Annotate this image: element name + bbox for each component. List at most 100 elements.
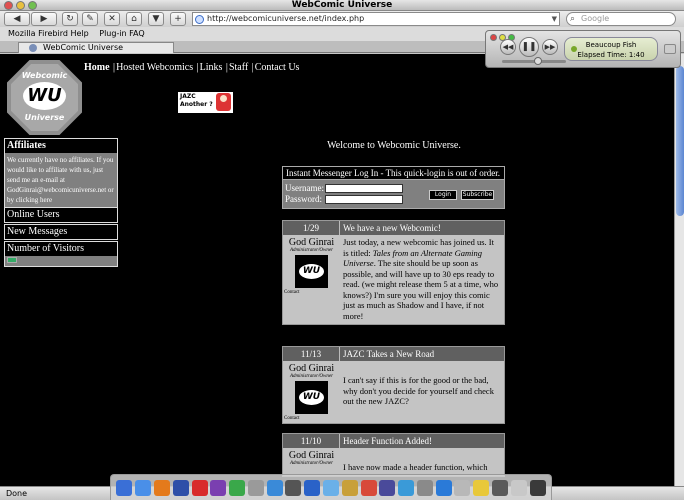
home-button[interactable]: ⌂ [126,12,142,26]
next-track-button[interactable]: ▶▶ [542,39,558,55]
url-field[interactable]: http://webcomicuniverse.net/index.php ▼ [192,12,560,26]
nav-separator: | [113,62,116,73]
poster-role: Administrator/Owner [289,374,334,379]
dock-app-icon[interactable] [473,479,490,496]
pause-button[interactable]: ❚❚ [519,37,539,57]
add-bookmark-button[interactable]: + [170,12,186,26]
forward-icon: ▶ [40,14,48,24]
minimize-window-button[interactable] [16,1,25,10]
username-field[interactable] [325,184,403,193]
fast-forward-icon: ▶▶ [544,43,556,51]
tab-webcomic-universe[interactable]: WebComic Universe [18,42,174,53]
contact-link[interactable]: Contact [284,290,339,295]
dock-app-icon[interactable] [416,479,433,496]
news-text: Just today, a new webcomic has joined us… [340,235,504,324]
dock-app-icon[interactable] [454,479,471,496]
pause-icon: ❚❚ [521,42,537,52]
volume-knob[interactable] [534,57,542,65]
zoom-window-button[interactable] [28,1,37,10]
dock-app-icon[interactable] [492,479,509,496]
dock-app-icon[interactable] [304,479,321,496]
nav-staff-link[interactable]: Staff [229,62,248,73]
news-post: 11/13 JAZC Takes a New Road God Ginrai A… [282,346,505,424]
affiliates-box: Affiliates We currently have no affiliat… [4,138,118,208]
logo-bottom-text: Universe [24,113,65,122]
nav-home-link[interactable]: Home [84,62,110,73]
jazc-character-icon [216,93,231,111]
dock-app-icon[interactable] [529,479,546,496]
news-text-start: I have now made a header function, which [343,462,488,472]
stop-button[interactable]: ✕ [104,12,120,26]
subscribe-button[interactable]: Subscribe [461,190,494,200]
poster-name: God Ginrai [288,450,335,461]
news-title: We have a new Webcomic! [340,221,504,235]
song-title: Beaucoup Fish [585,41,637,49]
nav-contact-link[interactable]: Contact Us [255,62,300,73]
dock-app-icon[interactable] [210,479,227,496]
dock-app-icon[interactable] [229,479,246,496]
bookmark-firebird-help[interactable]: Mozilla Firebird Help [8,29,89,38]
volume-slider[interactable] [502,57,566,65]
player-close-button[interactable] [490,34,497,41]
visitor-counter-icon [7,257,17,263]
jazc-banner-text: JAZC Another ? [180,93,213,109]
dock-app-icon[interactable] [266,479,283,496]
browse-button[interactable] [664,44,676,54]
contact-link[interactable]: Contact [284,416,339,421]
back-button[interactable]: ◀ [4,12,30,26]
site-logo[interactable]: Webcomic WU Universe [7,60,82,135]
poster-name: God Ginrai [288,363,335,374]
affiliates-title: Affiliates [5,139,117,153]
avatar [295,255,328,288]
jazc-banner[interactable]: JAZC Another ? [178,92,233,113]
dock-app-icon[interactable] [285,479,302,496]
stop-icon: ✕ [108,14,116,24]
dock-app-icon[interactable] [135,479,152,496]
url-text: http://webcomicuniverse.net/index.php [207,14,365,23]
search-placeholder: Google [581,14,610,23]
online-users-box: Online Users [4,207,118,223]
news-date: 11/13 [283,347,340,361]
new-messages-title[interactable]: New Messages [5,225,117,239]
tab-favicon-icon [29,44,37,52]
elapsed-time: Elapsed Time: 1:40 [577,51,645,59]
dock-app-icon[interactable] [435,479,452,496]
dock-app-icon[interactable] [116,479,133,496]
rewind-icon: ◀◀ [502,43,514,51]
bookmarks-menu-button[interactable]: ▼ [148,12,164,26]
forward-button[interactable]: ▶ [31,12,57,26]
password-label: Password: [285,194,323,204]
itunes-mini-player: ◀◀ ❚❚ ▶▶ Beaucoup Fish Elapsed Time: 1:4… [485,30,681,68]
nav-links-link[interactable]: Links [200,62,223,73]
dock-app-icon[interactable] [510,479,527,496]
login-button[interactable]: Login [429,190,457,200]
dock-app-icon[interactable] [398,479,415,496]
page-scrollbar[interactable] [674,54,684,486]
new-messages-box: New Messages [4,224,118,240]
news-header: 11/10 Header Function Added! [283,434,504,448]
news-post: 11/10 Header Function Added! God Ginrai … [282,433,505,477]
news-title: Header Function Added! [340,434,504,448]
search-input[interactable]: ⌕ Google [566,12,676,26]
dock-app-icon[interactable] [360,479,377,496]
bookmark-plugin-faq[interactable]: Plug-in FAQ [99,29,144,38]
reload-button[interactable]: ↻ [62,12,78,26]
chevron-down-icon: ▼ [152,14,160,24]
close-window-button[interactable] [4,1,13,10]
nav-hosted-webcomics-link[interactable]: Hosted Webcomics [116,62,193,73]
url-history-dropdown-icon[interactable]: ▼ [552,13,557,25]
dock-app-icon[interactable] [153,479,170,496]
password-field[interactable] [325,195,403,204]
scrollbar-thumb[interactable] [676,66,684,216]
dock-app-icon[interactable] [341,479,358,496]
dock-app-icon[interactable] [191,479,208,496]
dock-app-icon[interactable] [172,479,189,496]
reload-icon: ↻ [66,14,74,24]
dock-app-icon[interactable] [379,479,396,496]
edit-button[interactable]: ✎ [82,12,98,26]
dock-app-icon[interactable] [247,479,264,496]
navigation-toolbar: ◀ ▶ ↻ ✎ ✕ ⌂ ▼ + http://webcomicuniverse.… [0,11,684,27]
login-title: Instant Messenger Log In - This quick-lo… [283,167,504,180]
previous-track-button[interactable]: ◀◀ [500,39,516,55]
dock-app-icon[interactable] [322,479,339,496]
